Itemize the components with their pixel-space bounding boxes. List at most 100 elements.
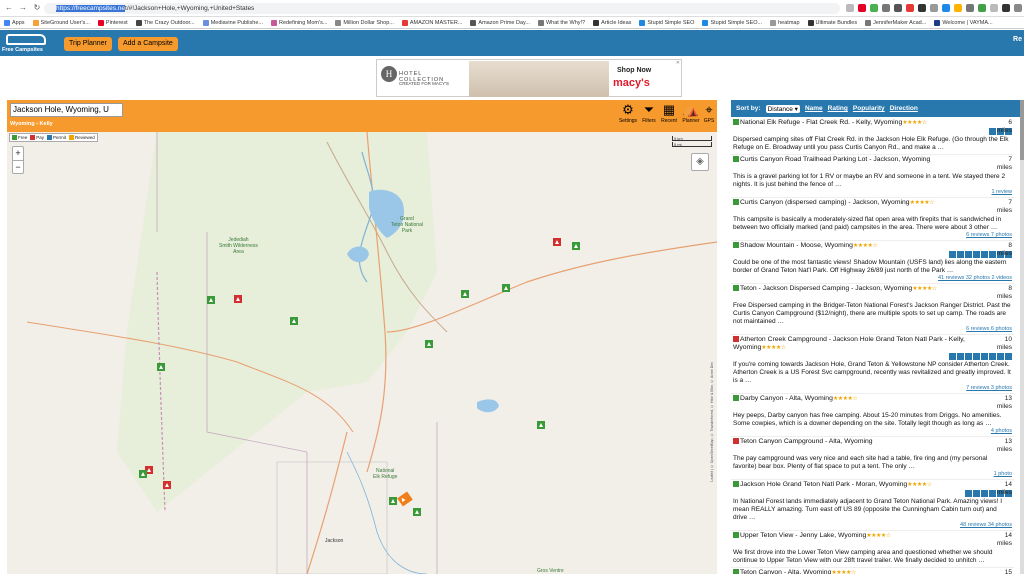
ad-close-icon[interactable]: ✕	[676, 60, 680, 66]
reviews-link[interactable]: 48 reviews 34 photos	[733, 522, 1012, 528]
campsite-marker[interactable]	[163, 481, 171, 489]
campsite-title[interactable]: Atherton Creek Campground - Jackson Hole…	[733, 336, 973, 352]
bookmark-item[interactable]: JenniferMaker Acad...	[865, 19, 926, 26]
campsite-title[interactable]: Teton - Jackson Dispersed Camping - Jack…	[733, 285, 973, 293]
bookmark-item[interactable]: Amazon Prime Day...	[470, 19, 530, 26]
reviews-link[interactable]: 4 photos	[733, 428, 1012, 434]
sort-popularity-link[interactable]: Popularity	[853, 105, 885, 112]
star-icon[interactable]	[846, 4, 854, 12]
extension-icon[interactable]	[870, 4, 878, 12]
campsite-marker[interactable]	[553, 238, 561, 246]
sort-name-link[interactable]: Name	[805, 105, 823, 112]
extension-icon[interactable]	[1014, 4, 1022, 12]
campsite-list-item[interactable]: Atherton Creek Campground - Jackson Hole…	[731, 335, 1014, 394]
extension-icon[interactable]	[954, 4, 962, 12]
settings-button[interactable]: ⚙ Settings	[617, 102, 639, 124]
bookmark-item[interactable]: heatmap	[770, 19, 800, 26]
campsite-title[interactable]: Shadow Mountain - Moose, Wyoming★★★★☆	[733, 242, 973, 250]
reviews-link[interactable]: 41 reviews 32 photos 2 videos	[733, 275, 1012, 281]
bookmark-item[interactable]: Pinterest	[97, 19, 128, 26]
campsite-marker[interactable]	[290, 317, 298, 325]
campsite-list-item[interactable]: Teton - Jackson Dispersed Camping - Jack…	[731, 284, 1014, 335]
campsite-title[interactable]: Darby Canyon - Alta, Wyoming★★★★☆	[733, 395, 973, 403]
campsite-list-item[interactable]: Curtis Canyon (dispersed camping) - Jack…	[731, 198, 1014, 241]
campsite-list-item[interactable]: Shadow Mountain - Moose, Wyoming★★★★☆ 8 mi…	[731, 241, 1014, 284]
extension-icon[interactable]	[990, 4, 998, 12]
map-canvas[interactable]: + − 5 km 5 mi ◈ Jedediah Smith Wildernes…	[7, 132, 717, 574]
bookmark-item[interactable]: Mediavine Publishe...	[202, 19, 263, 26]
bookmark-item[interactable]: Redefining Mom's...	[270, 19, 327, 26]
campsite-marker[interactable]	[139, 470, 147, 478]
site-logo[interactable]: Free Campsites	[2, 32, 50, 54]
bookmark-item[interactable]: Million Dollar Shop...	[335, 19, 394, 26]
filters-button[interactable]: ⏷ Filters	[638, 102, 660, 124]
breadcrumb-town[interactable]: Kelly	[40, 121, 53, 127]
campsite-list-item[interactable]: Darby Canyon - Alta, Wyoming★★★★☆ 13 miles…	[731, 394, 1014, 437]
campsite-marker[interactable]	[207, 296, 215, 304]
extension-icon[interactable]	[882, 4, 890, 12]
back-icon[interactable]: ←	[4, 3, 14, 13]
campsite-marker[interactable]	[461, 290, 469, 298]
campsite-list-item[interactable]: Upper Teton View - Jenny Lake, Wyoming★★…	[731, 531, 1014, 568]
zoom-in-button[interactable]: +	[13, 147, 23, 160]
campsite-title[interactable]: Jackson Hole Grand Teton Natl Park - Mor…	[733, 481, 973, 489]
scrollbar-thumb[interactable]	[1020, 100, 1024, 160]
campsite-marker[interactable]	[413, 508, 421, 516]
campsite-list-item[interactable]: National Elk Refuge - Flat Creek Rd. - K…	[731, 118, 1014, 155]
campsite-list-item[interactable]: Jackson Hole Grand Teton Natl Park - Mor…	[731, 480, 1014, 531]
forward-icon[interactable]: →	[18, 3, 28, 13]
sort-select[interactable]: Distance ▾	[765, 104, 800, 113]
campsite-marker[interactable]	[502, 284, 510, 292]
ad-shop-now[interactable]: Shop Now	[617, 67, 651, 74]
campsite-title[interactable]: National Elk Refuge - Flat Creek Rd. - K…	[733, 119, 973, 127]
url-input[interactable]: https://freecampsites.net/#!Jackson+Hole…	[44, 3, 840, 14]
advertisement-banner[interactable]: H HOTEL COLLECTION CREATED FOR MACY'S Sh…	[376, 59, 682, 97]
campsite-list-item[interactable]: Teton Canyon Campground - Alta, Wyoming 1…	[731, 437, 1014, 480]
campsite-marker[interactable]	[425, 340, 433, 348]
campsite-title[interactable]: Teton Canyon Campground - Alta, Wyoming	[733, 438, 973, 446]
recent-button[interactable]: ▦ Recent	[658, 102, 680, 124]
campsite-marker[interactable]	[389, 497, 397, 505]
bookmark-item[interactable]: Stupid Simple SEO	[639, 19, 694, 26]
extension-icon[interactable]	[942, 4, 950, 12]
extension-icon[interactable]	[918, 4, 926, 12]
reviews-link[interactable]: 6 reviews 7 photos	[733, 232, 1012, 238]
gps-button[interactable]: ⌖ GPS	[698, 102, 720, 124]
bookmark-item[interactable]: AMAZON MASTER...	[401, 19, 462, 26]
bookmark-item[interactable]: Article Ideas	[593, 19, 631, 26]
layers-button[interactable]: ◈	[691, 153, 709, 171]
zoom-out-button[interactable]: −	[13, 160, 23, 173]
reviews-link[interactable]: 1 photo	[733, 471, 1012, 477]
campsite-marker[interactable]	[157, 363, 165, 371]
map-attribution[interactable]: Leaflet | © OpenStreetMap, © Thunderfore…	[710, 362, 714, 482]
header-right-link[interactable]: Re	[1013, 36, 1022, 43]
campsite-list-item[interactable]: Curtis Canyon Road Trailhead Parking Lot…	[731, 155, 1014, 198]
bookmark-item[interactable]: Ultimate Bundles	[807, 19, 857, 26]
sort-rating-link[interactable]: Rating	[828, 105, 848, 112]
campsite-list-item[interactable]: Teton Canyon - Alta, Wyoming★★★★☆ 15miles	[731, 568, 1014, 574]
add-campsite-button[interactable]: Add a Campsite	[118, 37, 178, 51]
bookmark-item[interactable]: The Crazy Outdoor...	[135, 19, 195, 26]
extension-icon[interactable]	[1002, 4, 1010, 12]
campsite-marker[interactable]	[537, 421, 545, 429]
reload-icon[interactable]: ↻	[32, 3, 42, 13]
extension-icon[interactable]	[894, 4, 902, 12]
reviews-link[interactable]: 1 review	[733, 189, 1012, 195]
results-scrollbar[interactable]	[1020, 100, 1024, 574]
campsite-title[interactable]: Teton Canyon - Alta, Wyoming★★★★☆	[733, 569, 973, 574]
bookmark-item[interactable]: What the Why!?	[537, 19, 585, 26]
pinterest-icon[interactable]	[858, 4, 866, 12]
breadcrumb-state[interactable]: Wyoming	[10, 121, 35, 127]
trip-planner-button[interactable]: Trip Planner	[64, 37, 112, 51]
sort-direction-link[interactable]: Direction	[890, 105, 918, 112]
extension-icon[interactable]	[978, 4, 986, 12]
reviews-link[interactable]: 7 reviews 3 photos	[733, 385, 1012, 391]
location-search-input[interactable]: Jackson Hole, Wyoming, U	[10, 103, 123, 117]
bookmark-item[interactable]: Welcome | VAYMA...	[934, 19, 993, 26]
campsite-title[interactable]: Curtis Canyon (dispersed camping) - Jack…	[733, 199, 973, 207]
bookmark-item[interactable]: Apps	[4, 19, 25, 26]
extension-icon[interactable]	[966, 4, 974, 12]
reviews-link[interactable]: 6 reviews 6 photos	[733, 326, 1012, 332]
campsite-marker[interactable]	[572, 242, 580, 250]
bookmark-item[interactable]: Stupid Simple SEO...	[702, 19, 762, 26]
